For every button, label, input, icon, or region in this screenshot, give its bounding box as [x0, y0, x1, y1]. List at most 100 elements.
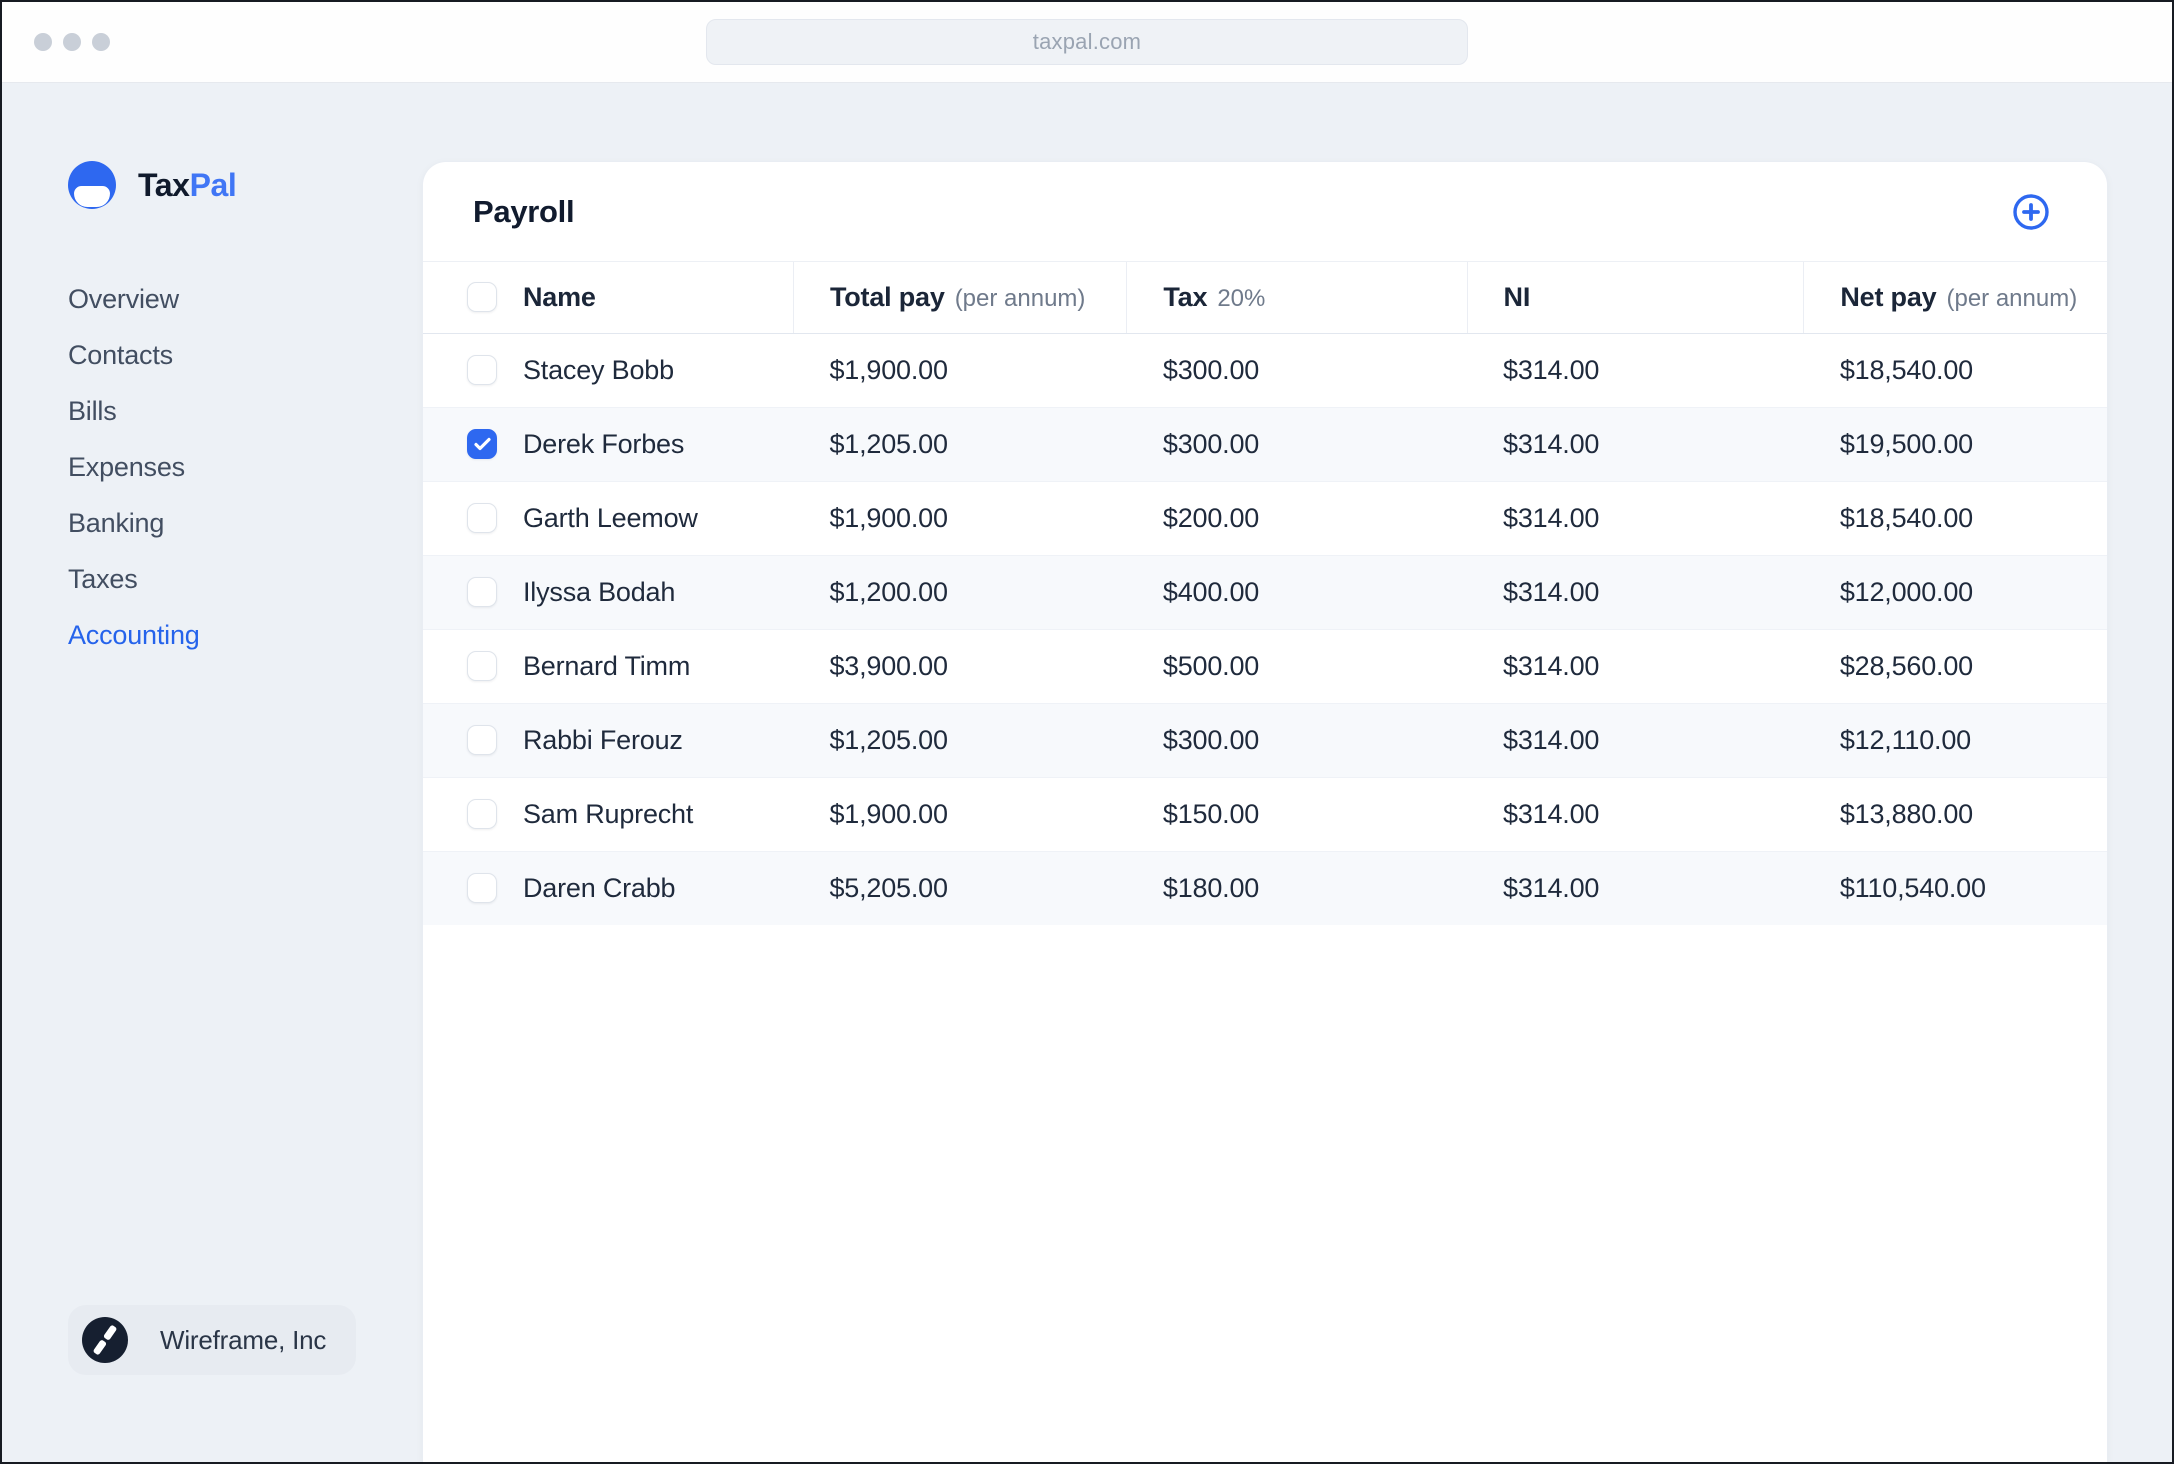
- cell-net-pay: $12,000.00: [1839, 576, 1973, 607]
- cell-tax: $400.00: [1162, 576, 1260, 607]
- row-checkbox[interactable]: [467, 651, 497, 681]
- main-content: Payroll Name Total pay (per annum) Tax 2…: [422, 83, 2172, 1462]
- employee-name: Derek Forbes: [523, 428, 685, 459]
- cell-tax: $150.00: [1162, 798, 1260, 829]
- table-header: Name Total pay (per annum) Tax 20% NI Net …: [423, 262, 2107, 334]
- column-sublabel: 20%: [1217, 284, 1266, 312]
- cell-ni: $314.00: [1503, 576, 1600, 607]
- cell-net-pay: $28,560.00: [1839, 650, 1973, 681]
- employee-name: Sam Ruprecht: [523, 798, 694, 829]
- column-header-name: Name: [423, 262, 794, 334]
- wireframe-logo-icon: [82, 1317, 128, 1363]
- sidebar-item-expenses[interactable]: Expenses: [68, 439, 422, 495]
- column-label: Net pay: [1840, 281, 1937, 312]
- cell-tax: $300.00: [1162, 354, 1260, 385]
- payroll-card: Payroll Name Total pay (per annum) Tax 2…: [422, 161, 2108, 1462]
- window-controls: [34, 33, 110, 51]
- column-label: Total pay: [829, 281, 945, 312]
- cell-ni: $314.00: [1503, 650, 1600, 681]
- window-control-dot[interactable]: [34, 33, 52, 51]
- page-title: Payroll: [473, 193, 575, 229]
- row-checkbox[interactable]: [467, 725, 497, 755]
- cell-total-pay: $1,900.00: [829, 798, 948, 829]
- sidebar-item-overview[interactable]: Overview: [68, 271, 422, 327]
- sidebar-item-taxes[interactable]: Taxes: [68, 551, 422, 607]
- cell-name: Sam Ruprecht: [423, 777, 793, 851]
- window-control-dot[interactable]: [92, 33, 110, 51]
- cell-total-pay: $1,205.00: [829, 428, 948, 459]
- row-checkbox[interactable]: [467, 429, 497, 459]
- cell-total-pay: $1,900.00: [829, 502, 948, 533]
- table-row: Bernard Timm $3,900.00 $500.00 $314.00 $…: [423, 629, 2107, 703]
- sidebar-item-accounting[interactable]: Accounting: [68, 607, 422, 663]
- brand-name-primary: Tax: [138, 166, 190, 203]
- cell-net-pay: $18,540.00: [1839, 354, 1973, 385]
- column-sublabel: (per annum): [1946, 284, 2078, 312]
- payroll-table: Name Total pay (per annum) Tax 20% NI Net …: [423, 262, 2107, 925]
- cell-total-pay: $3,900.00: [829, 650, 948, 681]
- cell-total-pay: $1,205.00: [829, 724, 948, 755]
- sidebar-nav: Overview Contacts Bills Expenses Banking Taxe…: [68, 271, 422, 663]
- cell-name: Derek Forbes: [423, 407, 793, 481]
- taxpal-logo-icon: [68, 161, 116, 209]
- employee-name: Garth Leemow: [523, 502, 698, 533]
- sidebar-item-contacts[interactable]: Contacts: [68, 327, 422, 383]
- cell-name: Rabbi Ferouz: [423, 703, 793, 777]
- table-row: Stacey Bobb $1,900.00 $300.00 $314.00 $1…: [423, 333, 2107, 407]
- browser-toolbar: taxpal.com: [2, 2, 2172, 83]
- table-row: Ilyssa Bodah $1,200.00 $400.00 $314.00 $…: [423, 555, 2107, 629]
- cell-total-pay: $5,205.00: [829, 872, 948, 903]
- column-sublabel: (per annum): [954, 284, 1086, 312]
- brand-logo: TaxPal: [68, 161, 422, 209]
- cell-net-pay: $18,540.00: [1839, 502, 1973, 533]
- cell-net-pay: $12,110.00: [1839, 724, 1971, 755]
- column-label: Tax: [1163, 281, 1208, 312]
- sidebar-item-banking[interactable]: Banking: [68, 495, 422, 551]
- column-header-ni: NI: [1466, 262, 1804, 334]
- cell-ni: $314.00: [1503, 724, 1600, 755]
- cell-tax: $180.00: [1162, 872, 1260, 903]
- cell-net-pay: $19,500.00: [1839, 428, 1973, 459]
- row-checkbox[interactable]: [467, 577, 497, 607]
- employee-name: Stacey Bobb: [523, 354, 674, 385]
- table-body: Stacey Bobb $1,900.00 $300.00 $314.00 $1…: [423, 333, 2107, 925]
- column-header-tax: Tax 20%: [1126, 262, 1468, 334]
- cell-tax: $200.00: [1162, 502, 1260, 533]
- org-switcher[interactable]: Wireframe, Inc: [68, 1305, 356, 1375]
- employee-name: Daren Crabb: [523, 872, 676, 903]
- row-checkbox[interactable]: [467, 799, 497, 829]
- cell-tax: $500.00: [1162, 650, 1260, 681]
- employee-name: Bernard Timm: [523, 650, 691, 681]
- column-header-total-pay: Total pay (per annum): [792, 262, 1127, 334]
- card-header: Payroll: [423, 162, 2107, 262]
- cell-tax: $300.00: [1162, 724, 1260, 755]
- row-checkbox[interactable]: [467, 355, 497, 385]
- row-checkbox[interactable]: [467, 873, 497, 904]
- cell-net-pay: $110,540.00: [1839, 872, 1986, 903]
- cell-name: Stacey Bobb: [423, 333, 793, 407]
- cell-name: Garth Leemow: [423, 481, 793, 555]
- cell-name: Ilyssa Bodah: [423, 555, 793, 629]
- org-name: Wireframe, Inc: [160, 1324, 327, 1355]
- cell-net-pay: $13,880.00: [1839, 798, 1973, 829]
- table-header-row: Name Total pay (per annum) Tax 20% NI Net …: [423, 262, 2107, 334]
- row-checkbox[interactable]: [467, 503, 497, 533]
- table-row: Sam Ruprecht $1,900.00 $150.00 $314.00 $…: [423, 777, 2107, 851]
- cell-total-pay: $1,900.00: [829, 354, 948, 385]
- select-all-checkbox[interactable]: [467, 282, 497, 313]
- sidebar-item-bills[interactable]: Bills: [68, 383, 422, 439]
- cell-ni: $314.00: [1503, 428, 1600, 459]
- add-payroll-button[interactable]: [2011, 192, 2051, 232]
- cell-tax: $300.00: [1162, 428, 1260, 459]
- brand-name-secondary: Pal: [189, 166, 237, 203]
- table-row: Garth Leemow $1,900.00 $200.00 $314.00 $…: [423, 481, 2107, 555]
- column-header-net-pay: Net pay (per annum): [1803, 262, 2107, 334]
- app-shell: TaxPal Overview Contacts Bills Expenses Bank…: [2, 83, 2172, 1462]
- brand-name: TaxPal: [138, 166, 237, 204]
- table-row: Rabbi Ferouz $1,205.00 $300.00 $314.00 $…: [423, 703, 2107, 777]
- window-control-dot[interactable]: [63, 33, 81, 51]
- address-bar[interactable]: taxpal.com: [706, 19, 1468, 65]
- table-row: Derek Forbes $1,205.00 $300.00 $314.00 $…: [423, 407, 2107, 481]
- cell-ni: $314.00: [1503, 502, 1600, 533]
- table-row: Daren Crabb $5,205.00 $180.00 $314.00 $1…: [423, 851, 2107, 925]
